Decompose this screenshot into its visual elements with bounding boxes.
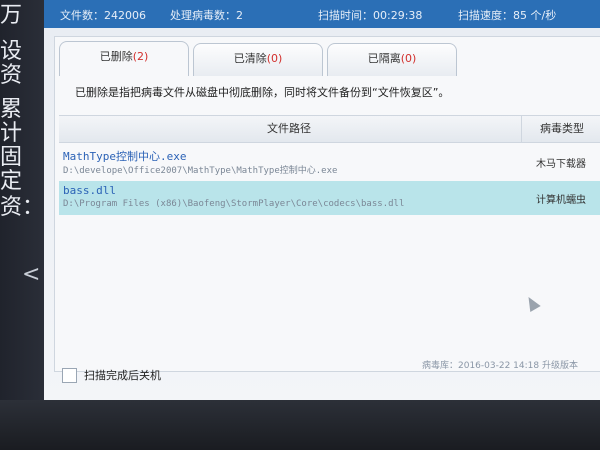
background-text: 设资 (0, 39, 23, 88)
scan-stats-bar: 文件数：242006 处理病毒数：2 扫描时间：00:29:38 扫描速度：85… (44, 0, 600, 28)
virus-db-info: 病毒库：2016-03-22 14:18 升级版本 (422, 361, 578, 371)
virus-type: 计算机蠕虫 (536, 195, 586, 206)
background-text: 累计 (0, 97, 23, 146)
background-text: 资： (0, 195, 45, 220)
scan-time: 扫描时间：00:29:38 (318, 9, 423, 22)
virus-type: 木马下载器 (536, 159, 586, 170)
tab-count: (2) (132, 50, 149, 63)
file-path: D:\Program Files (x86)\Baofeng\StormPlay… (63, 199, 405, 209)
file-count: 文件数：242006 (60, 9, 146, 22)
file-path: D:\develope\Office2007\MathType\MathType… (63, 166, 338, 176)
screen-bezel (0, 400, 600, 450)
column-header-virus-type[interactable]: 病毒类型 (521, 116, 600, 142)
background-text: 固定 (0, 145, 23, 194)
table-row[interactable]: bass.dll D:\Program Files (x86)\Baofeng\… (59, 181, 600, 215)
shutdown-after-scan-checkbox[interactable] (62, 368, 77, 383)
result-tabs: 已删除(2) 已清除(0) 已隔离(0) (55, 37, 600, 76)
tab-description: 已删除是指把病毒文件从磁盘中彻底删除，同时将文件备份到“文件恢复区”。 (75, 86, 450, 99)
background-text: 万 (0, 3, 23, 28)
result-panel: 已删除(2) 已清除(0) 已隔离(0) 已删除是指把病毒文件从磁盘中彻底删除，… (54, 36, 600, 372)
column-header-path[interactable]: 文件路径 (59, 116, 519, 142)
table-header: 文件路径 病毒类型 (59, 115, 600, 143)
file-name: MathType控制中心.exe (63, 150, 187, 163)
scan-result-window: 已删除(2) 已清除(0) 已隔离(0) 已删除是指把病毒文件从磁盘中彻底删除，… (44, 28, 600, 400)
tab-count: (0) (400, 52, 417, 65)
background-window: 万 设资 累计 固定 资： < (0, 0, 44, 400)
file-name: bass.dll (63, 184, 116, 197)
scan-speed: 扫描速度：85 个/秒 (458, 9, 557, 22)
result-table: 文件路径 病毒类型 MathType控制中心.exe D:\develope\O… (59, 115, 600, 365)
tab-count: (0) (266, 52, 283, 65)
tab-deleted[interactable]: 已删除(2) (59, 41, 189, 76)
tab-quarantined[interactable]: 已隔离(0) (327, 43, 457, 76)
shutdown-after-scan-label: 扫描完成后关机 (84, 369, 161, 382)
chevron-left-icon[interactable]: < (22, 262, 40, 287)
tab-cleaned[interactable]: 已清除(0) (193, 43, 323, 76)
processed-count: 处理病毒数：2 (170, 9, 243, 22)
table-row[interactable]: MathType控制中心.exe D:\develope\Office2007\… (59, 145, 600, 179)
